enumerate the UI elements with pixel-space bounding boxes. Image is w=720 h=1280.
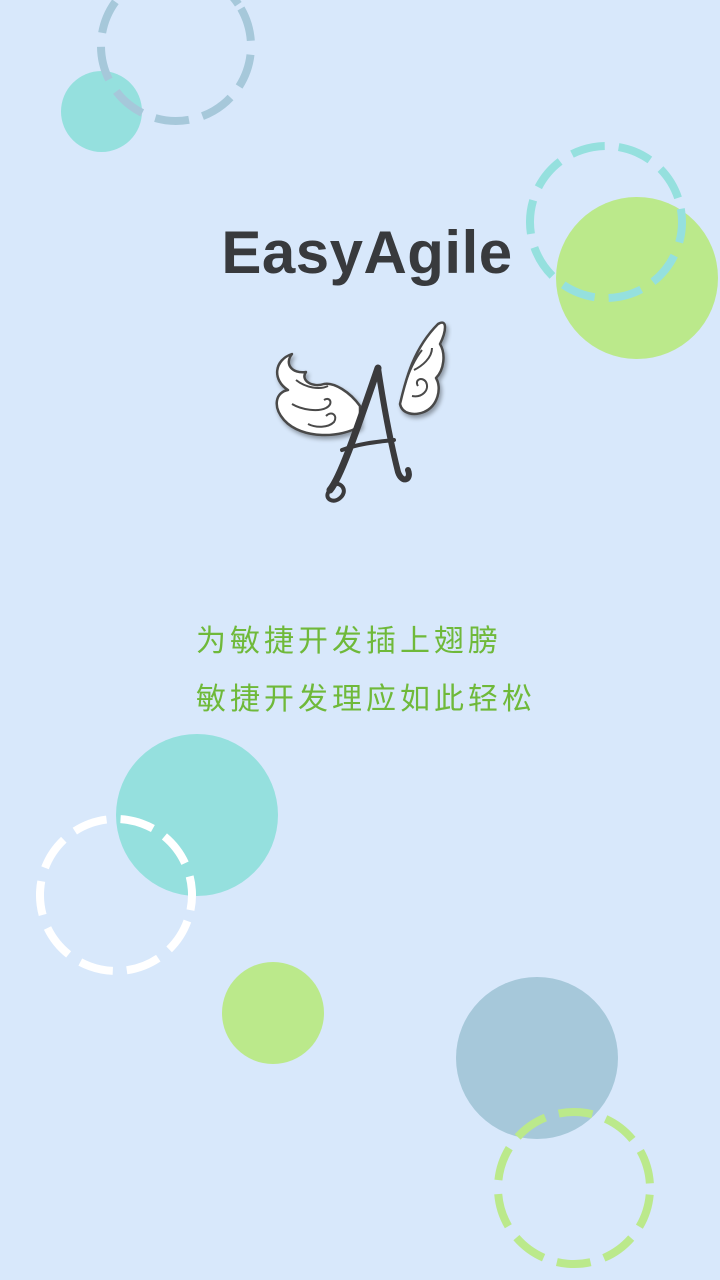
decor-dashed-ring-top-left xyxy=(97,0,255,125)
tagline-line-1: 为敏捷开发插上翅膀 xyxy=(196,624,502,659)
winged-letter-a-icon xyxy=(275,321,447,503)
app-title: EasyAgile xyxy=(221,219,513,286)
tagline-line-2: 敏捷开发理应如此轻松 xyxy=(196,682,536,717)
decor-dashed-ring-middle-left xyxy=(36,815,196,975)
decor-dashed-ring-bottom-right xyxy=(494,1108,654,1268)
decor-green-circle-lower-left xyxy=(222,962,324,1064)
